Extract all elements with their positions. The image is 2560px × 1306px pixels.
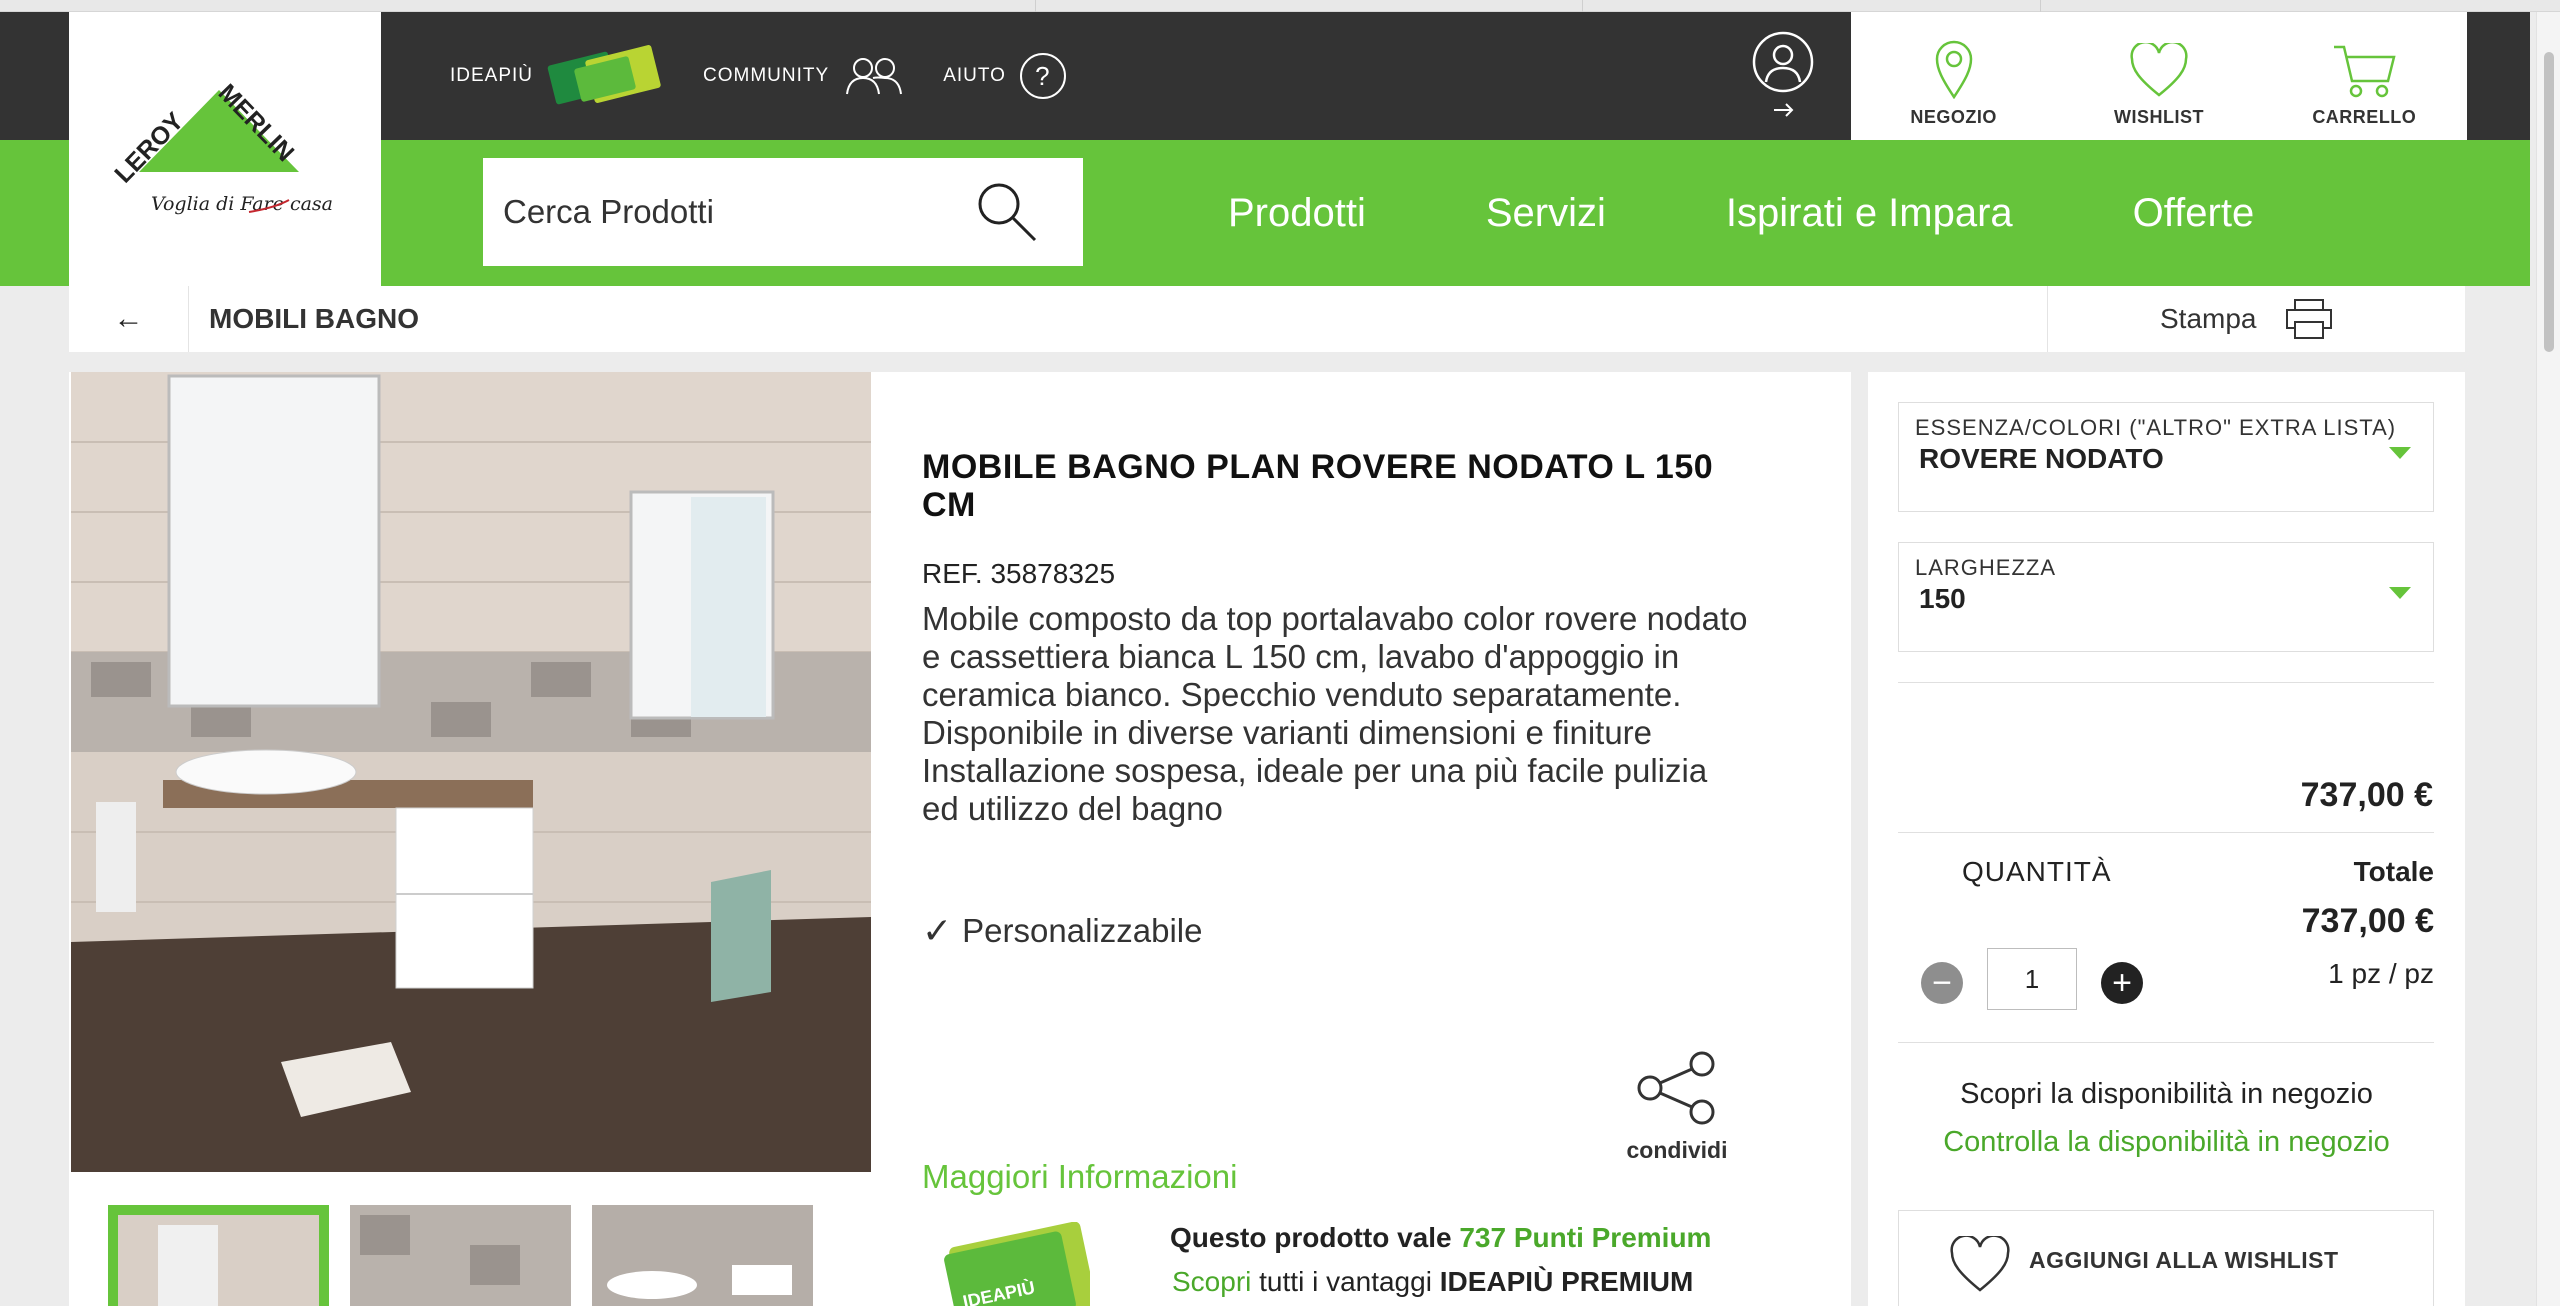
thumbnail-1[interactable] [108, 1205, 329, 1306]
heart-icon [1950, 1236, 2010, 1292]
unit-text: 1 pz / pz [2328, 958, 2434, 989]
ideapiu-promo: IDEAPIÙ Questo prodotto vale 737 Punti P… [940, 1222, 1790, 1306]
color-select[interactable]: ESSENZA/COLORI ("ALTRO" EXTRA LISTA) ROV… [1898, 402, 2434, 512]
wishlist-link[interactable]: WISHLIST [2056, 12, 2261, 140]
chevron-down-icon [2389, 447, 2411, 459]
availability-text: Scopri la disponibilità in negozio [1960, 1078, 2373, 1110]
product-section: MOBILE BAGNO PLAN ROVERE NODATO L 150 CM… [69, 372, 1851, 1306]
quantity-label: QUANTITÀ [1962, 856, 2112, 887]
product-main-image[interactable] [71, 372, 871, 1172]
total-label: Totale [2353, 856, 2434, 887]
share-button[interactable]: condividi [1612, 1050, 1742, 1164]
thumbnail-strip [108, 1205, 834, 1306]
search-box [483, 158, 1083, 266]
quantity-input[interactable] [1987, 948, 2077, 1010]
logo[interactable]: LEROY MERLIN Voglia di Fare casa [69, 12, 381, 286]
help-link[interactable]: AIUTO ? [943, 53, 1066, 99]
search-icon [978, 183, 1037, 242]
product-description: Mobile composto da top portalavabo color… [922, 600, 1748, 827]
main-nav: Prodotti Servizi Ispirati e Impara Offer… [1228, 140, 2374, 286]
print-button[interactable]: Stampa [2047, 286, 2465, 352]
scrollbar-thumb[interactable] [2544, 52, 2554, 352]
purchase-panel: ESSENZA/COLORI ("ALTRO" EXTRA LISTA) ROV… [1868, 372, 2465, 1306]
checkmark-icon: ✓ [922, 910, 953, 951]
total-price: 737,00 € [2301, 902, 2434, 940]
share-icon [1637, 1051, 1715, 1125]
cart-link[interactable]: CARRELLO [2262, 12, 2467, 140]
location-pin-icon [1935, 40, 1972, 99]
top-links: IDEAPIÙ COMMUNITY AIUTO ? [450, 12, 1104, 140]
unit-price: 737,00 € [2300, 776, 2433, 814]
more-info-link[interactable]: Maggiori Informazioni [922, 1158, 1237, 1196]
feature-customizable: ✓ Personalizzabile [922, 910, 1203, 951]
printer-icon [2285, 299, 2332, 339]
quantity-increase-button[interactable]: + [2101, 962, 2143, 1004]
page-title: MOBILI BAGNO [209, 303, 419, 334]
thumbnail-2[interactable] [350, 1205, 571, 1306]
chevron-down-icon [2389, 587, 2411, 599]
product-title: MOBILE BAGNO PLAN ROVERE NODATO L 150 CM [922, 448, 1714, 524]
utility-links: NEGOZIO WISHLIST CARRELLO [1851, 12, 2467, 140]
search-input[interactable] [503, 193, 973, 231]
cart-icon [2334, 45, 2396, 98]
thumbnail-3[interactable] [592, 1205, 813, 1306]
store-link[interactable]: NEGOZIO [1851, 12, 2056, 140]
ideapiu-link[interactable]: IDEAPIÙ [450, 44, 665, 108]
quantity-decrease-button[interactable]: − [1921, 962, 1963, 1004]
search-button[interactable] [975, 180, 1039, 249]
community-people-icon [846, 58, 903, 95]
premium-text: Scopri tutti i vantaggi IDEAPIÙ PREMIUM [1172, 1266, 1694, 1297]
product-ref: REF. 35878325 [922, 558, 1116, 589]
community-link[interactable]: COMMUNITY [703, 56, 905, 96]
divider [1898, 832, 2434, 833]
page-scrollbar[interactable] [2536, 12, 2560, 1306]
svg-text:Voglia di Fare casa: Voglia di Fare casa [151, 193, 333, 215]
leroy-merlin-logo-icon: LEROY MERLIN Voglia di Fare casa [109, 79, 333, 215]
points-text: Questo prodotto vale 737 Punti Premium [1170, 1222, 1712, 1253]
width-select[interactable]: LARGHEZZA 150 [1898, 542, 2434, 652]
ideapiu-card-icon [547, 44, 665, 108]
arrow-left-icon: ← [113, 302, 144, 335]
nav-offerte[interactable]: Offerte [2133, 191, 2255, 236]
back-button[interactable]: ← [69, 286, 189, 352]
user-account-icon [1752, 31, 1814, 117]
account-login[interactable] [1748, 30, 1818, 125]
add-to-wishlist-button[interactable]: AGGIUNGI ALLA WISHLIST [1898, 1210, 2434, 1306]
check-availability-link[interactable]: Controlla la disponibilità in negozio [1868, 1126, 2465, 1159]
heart-icon [2130, 43, 2188, 97]
browser-tab-strip [0, 0, 2560, 12]
discover-link[interactable]: Scopri [1172, 1266, 1251, 1297]
ideapiu-card-icon: IDEAPIÙ [944, 1222, 1090, 1306]
nav-ispirati[interactable]: Ispirati e Impara [1726, 191, 2013, 236]
nav-prodotti[interactable]: Prodotti [1228, 191, 1366, 236]
breadcrumb: ← MOBILI BAGNO Stampa [69, 286, 2465, 352]
divider [1898, 1042, 2434, 1043]
nav-servizi[interactable]: Servizi [1486, 191, 1606, 236]
divider [1898, 682, 2434, 683]
help-icon: ? [1019, 53, 1066, 99]
